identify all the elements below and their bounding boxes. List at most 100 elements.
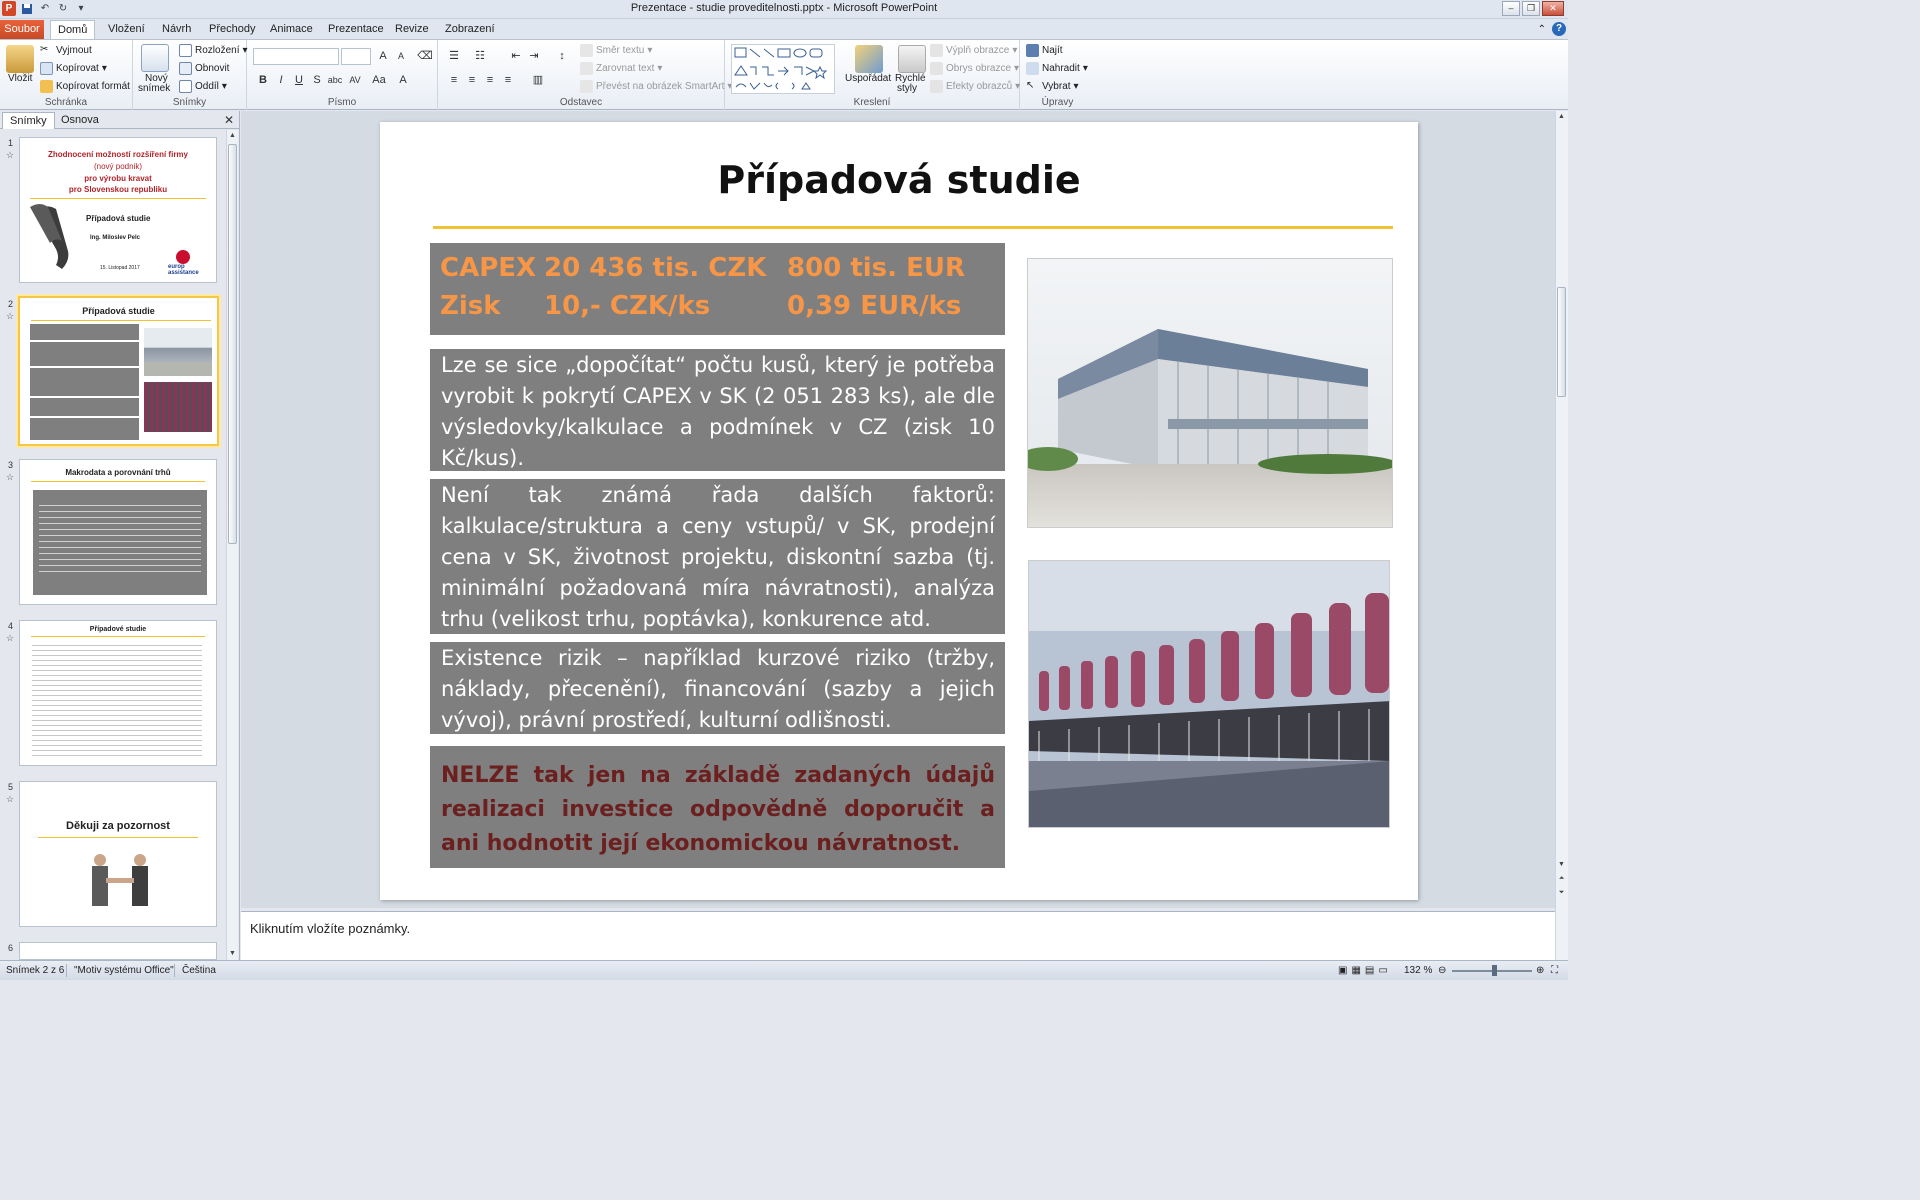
tab-insert[interactable]: Vložení (101, 20, 152, 39)
align-text-button[interactable]: Zarovnat text ▾ (580, 62, 662, 75)
zoom-slider-handle[interactable] (1492, 965, 1497, 976)
font-name-input[interactable] (253, 48, 339, 65)
scrollbar-thumb[interactable] (1557, 287, 1566, 397)
align-center-icon[interactable]: ≡ (464, 72, 480, 88)
font-color-icon[interactable]: A (395, 72, 411, 88)
scrollbar-thumb[interactable] (228, 144, 237, 544)
slide-thumbnail-1[interactable]: Zhodnocení možností rozšíření firmy (nov… (19, 137, 217, 283)
text-direction-button[interactable]: Směr textu ▾ (580, 44, 652, 57)
font-size-input[interactable] (341, 48, 371, 65)
minimize-ribbon-icon[interactable]: ⌃ (1538, 24, 1546, 35)
columns-icon[interactable]: ▥ (530, 72, 546, 88)
paste-button[interactable]: Vložit (8, 73, 32, 84)
help-icon[interactable]: ? (1552, 22, 1566, 36)
factory-photo[interactable] (1027, 258, 1393, 528)
paragraph-box-3[interactable]: Existence rizik – například kurzové rizi… (430, 642, 1005, 734)
replace-button[interactable]: Nahradit ▾ (1026, 62, 1088, 75)
slide-scrollbar[interactable]: ▲ ▼ ⏶ ⏷ (1555, 111, 1568, 960)
shape-outline-button[interactable]: Obrys obrazce ▾ (930, 62, 1019, 75)
paragraph-box-1[interactable]: Lze se sice „dopočítat“ počtu kusů, kter… (430, 349, 1005, 471)
bold-icon[interactable]: B (255, 72, 271, 88)
numbering-icon[interactable]: ☷ (472, 48, 488, 64)
notes-pane[interactable]: Kliknutím vložíte poznámky. (241, 911, 1555, 960)
shadow-icon[interactable]: S (309, 72, 325, 88)
zoom-out-icon[interactable]: ⊖ (1438, 965, 1446, 976)
quick-styles-icon[interactable] (898, 45, 926, 73)
shape-fill-button[interactable]: Výplň obrazce ▾ (930, 44, 1017, 57)
line-spacing-icon[interactable]: ↕ (554, 48, 570, 64)
align-left-icon[interactable]: ≡ (446, 72, 462, 88)
slide-title[interactable]: Případová studie (380, 158, 1418, 202)
textile-machine-photo[interactable] (1028, 560, 1390, 828)
conclusion-box[interactable]: NELZE tak jen na základě zadaných údajů … (430, 746, 1005, 868)
find-button[interactable]: Najít (1026, 44, 1063, 57)
slide-thumbnail-5[interactable]: Děkuji za pozornost (19, 781, 217, 927)
new-slide-button-label2[interactable]: snímek (138, 83, 170, 94)
zoom-slider[interactable] (1452, 965, 1532, 976)
clear-formatting-icon[interactable]: ⌫ (417, 48, 433, 64)
close-icon[interactable]: ✕ (1542, 1, 1564, 16)
shapes-gallery[interactable] (731, 44, 835, 94)
restore-icon[interactable]: ❐ (1522, 1, 1540, 16)
increase-indent-icon[interactable]: ⇥ (526, 48, 542, 64)
copy-button[interactable]: Kopírovat ▾ (40, 62, 107, 75)
scroll-up-icon[interactable]: ▲ (1556, 111, 1567, 123)
cut-button[interactable]: ✂ Vyjmout (40, 44, 92, 57)
italic-icon[interactable]: I (273, 72, 289, 88)
tab-slides[interactable]: Snímky (2, 112, 55, 129)
quick-styles-label2[interactable]: styly (897, 83, 917, 94)
tab-animations[interactable]: Animace (263, 20, 320, 39)
tab-home[interactable]: Domů (50, 20, 96, 39)
align-right-icon[interactable]: ≡ (482, 72, 498, 88)
decrease-indent-icon[interactable]: ⇤ (508, 48, 524, 64)
next-slide-icon[interactable]: ⏷ (1556, 887, 1567, 899)
paste-icon[interactable] (6, 45, 34, 73)
change-case-icon[interactable]: Aa (371, 72, 387, 88)
slideshow-icon[interactable]: ▭ (1378, 965, 1387, 976)
slide-canvas[interactable]: Případová studie CAPEX 20 436 tis. CZK 8… (380, 122, 1418, 900)
zoom-in-icon[interactable]: ⊕ (1536, 965, 1544, 976)
layout-button[interactable]: Rozložení ▾ (179, 44, 248, 57)
zoom-level[interactable]: 132 % (1404, 965, 1432, 976)
tab-view[interactable]: Zobrazení (438, 20, 502, 39)
scroll-down-icon[interactable]: ▼ (227, 948, 238, 960)
language[interactable]: Čeština (182, 965, 216, 976)
paragraph-box-2[interactable]: Není tak známá řada dalších faktorů: kal… (430, 479, 1005, 634)
scroll-down-icon[interactable]: ▼ (1556, 859, 1567, 871)
reading-view-icon[interactable]: ▤ (1365, 965, 1374, 976)
fit-to-window-icon[interactable]: ⛶ (1551, 965, 1558, 976)
tab-review[interactable]: Revize (388, 20, 436, 39)
slide-thumbnail-6[interactable] (19, 942, 217, 960)
smartart-button[interactable]: Převést na obrázek SmartArt ▾ (580, 80, 732, 93)
grow-font-icon[interactable]: A (375, 48, 391, 64)
close-panel-icon[interactable]: ✕ (224, 113, 234, 127)
slide-thumbnail-4[interactable]: Případové studie (19, 620, 217, 766)
new-slide-icon[interactable] (141, 44, 169, 72)
char-spacing-icon[interactable]: AV (347, 72, 363, 88)
capex-box[interactable]: CAPEX 20 436 tis. CZK 800 tis. EUR Zisk … (430, 243, 1005, 335)
arrange-icon[interactable] (855, 45, 883, 73)
reset-button[interactable]: Obnovit (179, 62, 229, 75)
tab-transitions[interactable]: Přechody (202, 20, 262, 39)
justify-icon[interactable]: ≡ (500, 72, 516, 88)
bullets-icon[interactable]: ☰ (446, 48, 462, 64)
slide-sorter-icon[interactable]: ▦ (1351, 965, 1360, 976)
slide-thumbnail-3[interactable]: Makrodata a porovnání trhů (19, 459, 217, 605)
shape-effects-button[interactable]: Efekty obrazců ▾ (930, 80, 1020, 93)
underline-icon[interactable]: U (291, 72, 307, 88)
notes-placeholder[interactable]: Kliknutím vložíte poznámky. (250, 921, 410, 936)
theme-name[interactable]: "Motiv systému Office" (74, 965, 174, 976)
section-button[interactable]: Oddíl ▾ (179, 80, 227, 93)
format-painter-button[interactable]: Kopírovat formát (40, 80, 130, 93)
arrange-button[interactable]: Uspořádat (845, 73, 891, 84)
tab-outline[interactable]: Osnova (54, 112, 106, 129)
shrink-font-icon[interactable]: A (393, 48, 409, 64)
strikethrough-icon[interactable]: abc (327, 72, 343, 88)
select-button[interactable]: ↖ Vybrat ▾ (1026, 80, 1079, 93)
tab-design[interactable]: Návrh (155, 20, 198, 39)
thumbnails-scrollbar[interactable]: ▲ ▼ (226, 130, 238, 960)
previous-slide-icon[interactable]: ⏶ (1556, 873, 1567, 885)
scroll-up-icon[interactable]: ▲ (227, 130, 238, 142)
normal-view-icon[interactable]: ▣ (1338, 965, 1347, 976)
slide-thumbnail-2[interactable]: Případová studie (18, 296, 219, 446)
